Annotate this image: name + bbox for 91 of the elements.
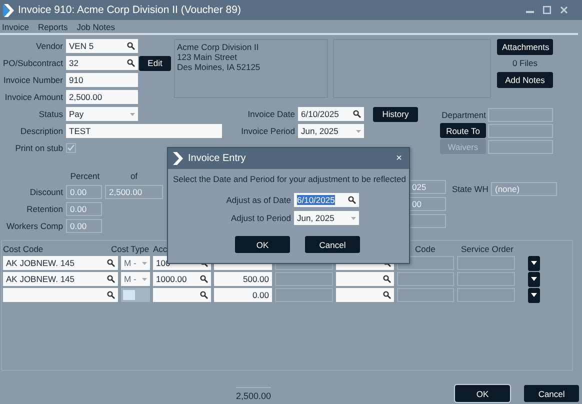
search-icon[interactable] [127, 42, 135, 50]
menu-item[interactable]: Reports [38, 22, 68, 32]
search-icon[interactable] [107, 291, 115, 299]
search-icon[interactable] [383, 291, 391, 299]
input-field[interactable]: 32 [66, 56, 138, 70]
chevron-logo-icon [3, 4, 14, 16]
file-count: 0 Files [512, 57, 538, 70]
search-icon[interactable] [383, 275, 391, 283]
column-header: Service Order [460, 244, 514, 254]
account-cell[interactable]: 1000.00 [153, 272, 211, 286]
search-icon[interactable] [348, 196, 356, 204]
table-cell[interactable] [336, 272, 394, 286]
field-label: Department [440, 110, 487, 120]
column-header: Cost Type [111, 244, 150, 254]
field-label: Invoice Date [246, 109, 296, 119]
caret-icon[interactable] [531, 277, 537, 281]
address-line: 123 Main Street [177, 52, 238, 62]
field-label: Adjust as of Date [225, 195, 292, 205]
dropdown-button[interactable] [528, 288, 540, 302]
ok-button[interactable]: OK [455, 385, 510, 402]
search-icon[interactable] [353, 110, 361, 118]
column-header: Acc [153, 244, 168, 254]
field-label: Invoice Amount [4, 92, 64, 102]
search-icon[interactable] [127, 59, 135, 67]
input-field[interactable]: 2,500.00 [66, 90, 138, 104]
search-icon[interactable] [107, 259, 115, 267]
field-label: Vendor [35, 41, 64, 51]
input-field[interactable] [488, 124, 553, 138]
ok-button[interactable]: OK [235, 236, 290, 253]
attachments-button[interactable]: Attachments [497, 39, 553, 55]
route-button[interactable]: Route To [440, 123, 486, 138]
search-icon[interactable] [107, 275, 115, 283]
maximize-icon[interactable] [543, 6, 551, 14]
search-icon[interactable] [200, 275, 208, 283]
caret-icon[interactable] [531, 261, 537, 265]
window-title: Invoice 910: Acme Corp Division II (Voucher 89) [18, 4, 241, 16]
cost-code-cell[interactable]: AK JOBNEW. 145 [3, 256, 118, 270]
address-line: Des Moines, IA 52125 [177, 62, 262, 72]
column-header: Percent [69, 170, 101, 180]
account-cell[interactable] [153, 288, 211, 302]
table-cell[interactable] [336, 288, 394, 302]
cost-type-cell[interactable]: M - [121, 256, 150, 270]
field-label: Invoice Period [240, 126, 296, 136]
edit-button[interactable]: Edit [139, 56, 171, 70]
input-field[interactable]: Jun, 2025 [298, 124, 364, 138]
field-label: Adjust to Period [230, 213, 292, 223]
input-field[interactable] [488, 108, 553, 122]
input-field[interactable]: Jun, 2025 [294, 211, 359, 225]
menu-item[interactable]: Job Notes [76, 22, 115, 32]
address-line: Acme Corp Division II [177, 42, 260, 52]
field-label: PO/Subcontract [2, 58, 64, 68]
field-label: Retention [26, 204, 64, 214]
cost-code-cell[interactable]: AK JOBNEW. 145 [3, 272, 118, 286]
field-label: State WH [452, 184, 490, 194]
cost-type-cell[interactable]: M - [121, 272, 150, 286]
dialog-title: Invoice Entry [188, 153, 246, 164]
dialog-message: Select the Date and Period for your adjustment to be reflected [173, 174, 407, 186]
field-label: Status [38, 109, 64, 119]
field-label: Workers Comp [5, 221, 64, 231]
close-icon[interactable] [560, 6, 568, 14]
add-notes-button[interactable]: Add Notes [497, 72, 553, 88]
cost-type-cell[interactable] [121, 288, 150, 302]
caret-icon[interactable] [531, 293, 537, 297]
cancel-button[interactable]: Cancel [305, 236, 360, 253]
chevron-logo-icon [173, 152, 183, 165]
amount-cell[interactable]: 500.00 [214, 272, 272, 286]
cost-code-cell[interactable] [3, 288, 118, 302]
input-field[interactable]: TEST [66, 124, 222, 138]
field-label: Discount [28, 187, 64, 197]
dropdown-button[interactable] [528, 256, 540, 270]
search-icon[interactable] [200, 291, 208, 299]
column-header: of [129, 170, 139, 180]
field-label: Description [19, 126, 64, 136]
dropdown-button[interactable] [528, 272, 540, 286]
field-label: Invoice Number [2, 75, 64, 85]
total-amount: 2,500.00 [236, 386, 272, 400]
input-field[interactable]: 6/10/2025 [294, 193, 359, 207]
checkbox[interactable] [66, 143, 76, 153]
input-field[interactable]: Pay [66, 107, 138, 121]
column-header: Code [414, 244, 436, 254]
field-label: Print on stub [14, 143, 64, 153]
column-header: Cost Code [3, 244, 44, 254]
menu-item[interactable]: Invoice [2, 22, 29, 32]
amount-cell[interactable]: 0.00 [214, 288, 272, 302]
history-button[interactable]: History [373, 106, 418, 122]
input-field[interactable] [488, 140, 553, 154]
input-field[interactable]: 910 [66, 73, 138, 87]
close-icon[interactable]: × [396, 153, 402, 164]
input-field[interactable]: 6/10/2025 [298, 107, 364, 121]
cancel-button[interactable]: Cancel [524, 385, 580, 402]
input-field[interactable]: VEN 5 [66, 39, 138, 53]
